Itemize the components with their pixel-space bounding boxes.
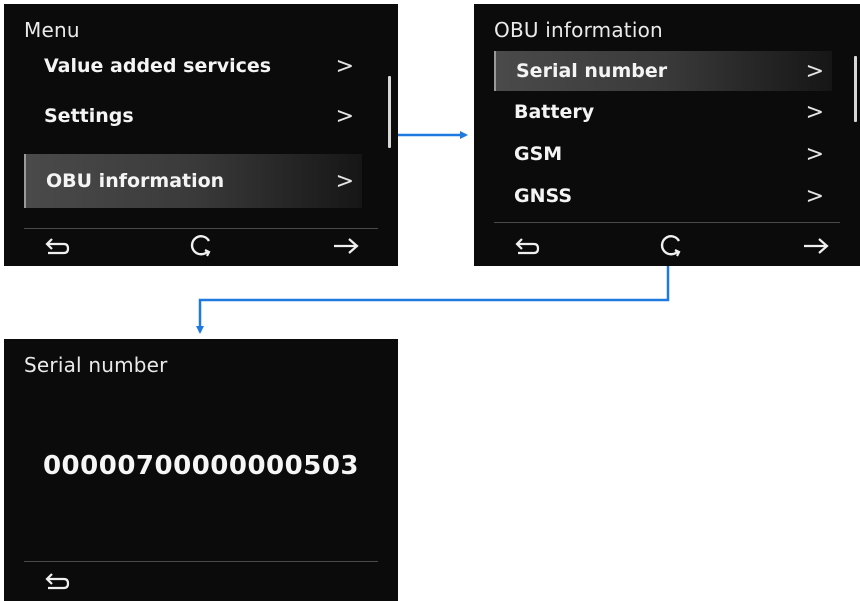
serial-number-screen: Serial number 00000700000000503 xyxy=(4,339,398,601)
back-arrow-icon[interactable] xyxy=(44,236,70,258)
chevron-right-icon: > xyxy=(335,103,354,129)
menu-item-label: Value added services xyxy=(44,55,272,77)
menu-item-label: Battery xyxy=(514,101,595,123)
menu-screen: Menu Value added services > Settings > O… xyxy=(4,4,398,266)
serial-number-value: 00000700000000503 xyxy=(42,451,360,481)
back-arrow-icon[interactable] xyxy=(514,236,540,258)
menu-item-gsm[interactable]: GSM > xyxy=(494,134,832,174)
menu-item-battery[interactable]: Battery > xyxy=(494,92,832,132)
screen-title: OBU information xyxy=(494,18,663,42)
menu-item-label: GNSS xyxy=(514,185,573,207)
scrollbar[interactable] xyxy=(388,76,391,148)
menu-item-obu-information[interactable]: OBU information > xyxy=(24,154,362,208)
menu-item-label: Settings xyxy=(44,105,134,127)
connector-obu-to-serial xyxy=(196,266,670,334)
forward-arrow-icon[interactable] xyxy=(802,236,830,256)
rotate-icon[interactable] xyxy=(188,232,214,258)
nav-bar xyxy=(4,228,398,266)
back-arrow-icon[interactable] xyxy=(44,571,70,593)
menu-item-label: GSM xyxy=(514,143,563,165)
divider xyxy=(24,561,378,562)
rotate-icon[interactable] xyxy=(658,232,684,258)
nav-bar xyxy=(4,563,398,601)
divider xyxy=(494,222,840,223)
menu-item-settings[interactable]: Settings > xyxy=(24,96,362,136)
chevron-right-icon: > xyxy=(805,99,824,125)
nav-bar xyxy=(474,228,860,266)
screen-title: Serial number xyxy=(24,353,168,377)
chevron-right-icon: > xyxy=(805,183,824,209)
menu-item-serial-number[interactable]: Serial number > xyxy=(494,51,832,91)
menu-item-label: OBU information xyxy=(46,170,225,192)
menu-item-value-added-services[interactable]: Value added services > xyxy=(24,46,362,86)
obu-information-screen: OBU information Serial number > Battery … xyxy=(474,4,860,266)
chevron-right-icon: > xyxy=(805,141,824,167)
screen-title: Menu xyxy=(24,18,80,42)
chevron-right-icon: > xyxy=(335,168,354,194)
menu-item-gnss[interactable]: GNSS > xyxy=(494,176,832,216)
chevron-right-icon: > xyxy=(335,53,354,79)
scrollbar[interactable] xyxy=(854,56,857,122)
chevron-right-icon: > xyxy=(805,58,824,84)
menu-item-label: Serial number xyxy=(516,60,668,82)
forward-arrow-icon[interactable] xyxy=(332,236,360,256)
